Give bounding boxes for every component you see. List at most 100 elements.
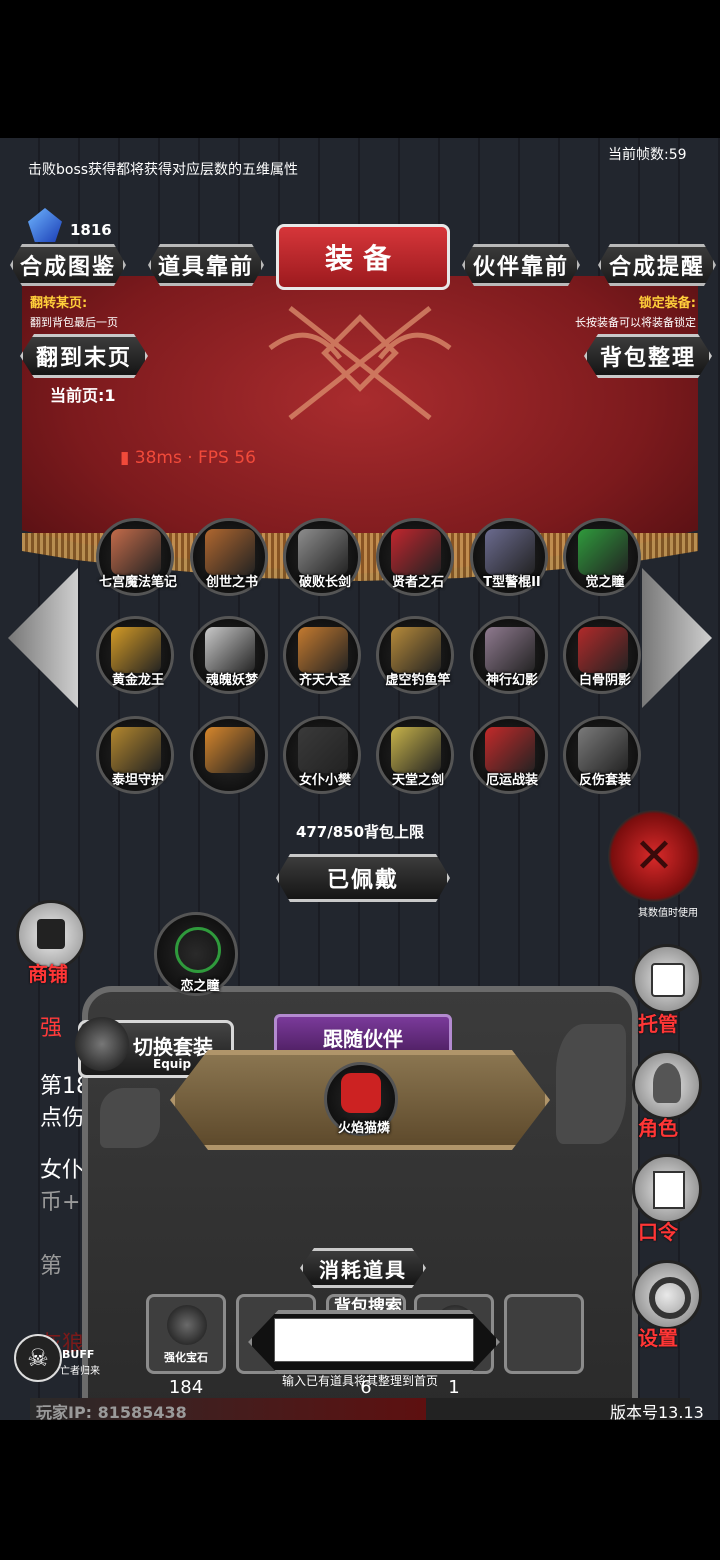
- tab-synthesis-catalog[interactable]: 合成图鉴: [10, 244, 126, 286]
- inventory-item[interactable]: [190, 716, 268, 794]
- tab-equipment[interactable]: 装备: [276, 224, 450, 290]
- item-art: [205, 727, 255, 773]
- side-note: 其数值时使用: [638, 908, 698, 919]
- inventory-item[interactable]: 神行幻影: [470, 616, 548, 694]
- inventory-item[interactable]: 破败长剑: [283, 518, 361, 596]
- log-line-4: 女仆: [40, 1158, 85, 1183]
- inventory-item[interactable]: 七宫魔法笔记: [96, 518, 177, 596]
- inventory-item[interactable]: 齐天大圣: [283, 616, 361, 694]
- item-art: [485, 529, 535, 575]
- close-icon[interactable]: ✕: [608, 810, 700, 902]
- partner-name: 火焰猫燐: [337, 1121, 390, 1136]
- item-art: [111, 627, 161, 673]
- side-label-code: 口令: [638, 1220, 678, 1244]
- character-button[interactable]: [632, 1050, 702, 1120]
- ping-indicator: ▮ 38ms · FPS 56: [120, 448, 256, 468]
- lock-hint-title: 锁定装备:: [638, 296, 696, 311]
- dice-icon: [651, 963, 685, 997]
- item-name: 泰坦守护: [111, 773, 164, 788]
- bag-search-input[interactable]: [274, 1318, 474, 1362]
- inventory-item[interactable]: 泰坦守护: [96, 716, 174, 794]
- consumables-title: 消耗道具: [300, 1248, 426, 1288]
- item-name: 女仆小樊: [298, 773, 351, 788]
- item-name: 贤者之石: [391, 575, 444, 590]
- item-art: [391, 727, 441, 773]
- auto-play-button[interactable]: [632, 944, 702, 1014]
- log-line-3: 点伤: [40, 1106, 85, 1131]
- top-hint: 击败boss获得都将获得对应层数的五维属性: [28, 162, 299, 178]
- inventory-item[interactable]: 白骨阴影: [563, 616, 641, 694]
- bag-sort-button[interactable]: 背包整理: [584, 334, 712, 378]
- equipped-title: 已佩戴: [276, 854, 450, 902]
- item-art: [391, 627, 441, 673]
- item-art: [485, 727, 535, 773]
- bag-search-hint: 输入已有道具将其整理到首页: [282, 1374, 439, 1388]
- item-name: 白骨阴影: [578, 673, 631, 688]
- switch-set-label: 切换套装: [133, 1035, 213, 1059]
- side-label-settings: 设置: [638, 1326, 678, 1350]
- skull-icon[interactable]: ☠: [14, 1334, 62, 1382]
- item-art: [578, 529, 628, 575]
- koishi-eye-icon: [175, 927, 221, 973]
- item-name: 虚空钓鱼竿: [385, 673, 451, 688]
- item-art: [111, 529, 161, 575]
- item-art: [205, 627, 255, 673]
- current-page: 当前页:1: [50, 386, 116, 405]
- player-ip: 玩家IP: 81585438: [36, 1403, 187, 1420]
- inventory-item[interactable]: 黄金龙王: [96, 616, 174, 694]
- item-name: 七宫魔法笔记: [98, 575, 177, 590]
- lock-hint-desc: 长按装备可以将装备锁定: [575, 316, 696, 329]
- item-name: 魂魄妖梦: [205, 673, 258, 688]
- tab-partners-first[interactable]: 伙伴靠前: [462, 244, 580, 286]
- inventory-item[interactable]: 反伤套装: [563, 716, 641, 794]
- inventory-item[interactable]: 厄运战装: [470, 716, 548, 794]
- item-name: 齐天大圣: [298, 673, 351, 688]
- consumable-count: 184: [168, 1377, 204, 1398]
- equipped-item-slot[interactable]: 恋之瞳: [154, 912, 238, 996]
- game-screen: 击败boss获得都将获得对应层数的五维属性 当前帧数:59 1816 合成图鉴 …: [0, 138, 720, 1420]
- item-art: [111, 727, 161, 773]
- hooded-figure-icon: [653, 1063, 681, 1103]
- inventory-item[interactable]: 魂魄妖梦: [190, 616, 268, 694]
- consumable-name: 强化宝石: [164, 1351, 208, 1364]
- switch-set-sub: Equip: [153, 1057, 192, 1071]
- tab-synthesis-reminder[interactable]: 合成提醒: [598, 244, 716, 286]
- consumable-slot[interactable]: 强化宝石 184: [146, 1294, 226, 1398]
- item-art: [205, 529, 255, 575]
- code-button[interactable]: [632, 1154, 702, 1224]
- inventory-item[interactable]: 创世之书: [190, 518, 268, 596]
- settings-button[interactable]: [632, 1260, 702, 1330]
- inventory-item[interactable]: T型警棍II: [470, 518, 548, 596]
- item-name: 创世之书: [205, 575, 258, 590]
- item-name: 觉之瞳: [585, 575, 625, 590]
- consumable-art: [167, 1305, 207, 1345]
- buff-sub: 亡者归来: [60, 1366, 100, 1377]
- item-art: [485, 627, 535, 673]
- gem-count: 1816: [70, 221, 112, 239]
- equipped-item-name: 恋之瞳: [180, 979, 220, 994]
- item-name: 破败长剑: [298, 575, 351, 590]
- partner-slot[interactable]: 火焰猫燐: [324, 1062, 398, 1136]
- side-label-auto: 托管: [638, 1012, 678, 1036]
- dragon-ornament-right: [556, 1024, 626, 1144]
- inventory-item[interactable]: 觉之瞳: [563, 518, 641, 596]
- inventory-item[interactable]: 虚空钓鱼竿: [376, 616, 454, 694]
- item-art: [578, 727, 628, 773]
- log-line-1: 强: [40, 1016, 63, 1041]
- version: 版本号13.13: [610, 1403, 704, 1420]
- inventory-item[interactable]: 天堂之剑: [376, 716, 454, 794]
- book-icon: [653, 1171, 685, 1209]
- tab-items-first[interactable]: 道具靠前: [148, 244, 264, 286]
- flip-to-last-page-button[interactable]: 翻到末页: [20, 334, 148, 378]
- inventory-item[interactable]: 贤者之石: [376, 518, 454, 596]
- item-name: 黄金龙王: [111, 673, 164, 688]
- side-label-character: 角色: [638, 1116, 678, 1140]
- buff-label: BUFF: [62, 1348, 95, 1361]
- item-art: [391, 529, 441, 575]
- item-name: T型警棍II: [483, 575, 541, 590]
- inventory-item[interactable]: 女仆小樊: [283, 716, 361, 794]
- consumable-slot[interactable]: [504, 1294, 584, 1374]
- item-art: [298, 627, 348, 673]
- shop-label: 商铺: [28, 962, 68, 986]
- crossed-swords-emblem-icon: [268, 306, 452, 420]
